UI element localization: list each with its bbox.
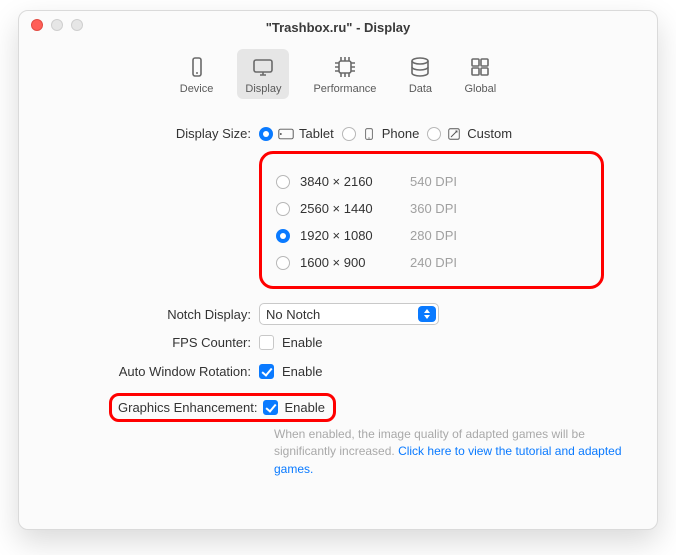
content-area: Display Size: Tablet Phone (19, 106, 657, 488)
radio-res-1[interactable] (276, 202, 290, 216)
graphics-checkbox-label: Enable (284, 400, 324, 415)
tab-performance[interactable]: Performance (305, 49, 384, 99)
tab-device[interactable]: Device (172, 49, 222, 99)
resolution-option-0[interactable]: 3840 × 2160 540 DPI (276, 168, 577, 195)
resolution-option-3[interactable]: 1600 × 900 240 DPI (276, 249, 577, 276)
rotation-checkbox-label: Enable (282, 364, 322, 379)
tab-global[interactable]: Global (456, 49, 504, 99)
notch-select-value: No Notch (266, 307, 320, 322)
close-icon[interactable] (31, 19, 43, 31)
radio-res-2[interactable] (276, 229, 290, 243)
graphics-checkbox[interactable] (263, 400, 278, 415)
fps-checkbox-label: Enable (282, 335, 322, 350)
radio-tablet[interactable] (259, 127, 273, 141)
resolution-list-highlight: 3840 × 2160 540 DPI 2560 × 1440 360 DPI … (259, 151, 604, 289)
display-size-row: Display Size: Tablet Phone (49, 126, 627, 141)
radio-res-3[interactable] (276, 256, 290, 270)
fps-checkbox[interactable] (259, 335, 274, 350)
select-arrows-icon (418, 306, 436, 322)
traffic-lights (31, 19, 83, 31)
tablet-icon (278, 128, 294, 140)
rotation-label: Auto Window Rotation: (49, 364, 259, 379)
fps-label: FPS Counter: (49, 335, 259, 350)
graphics-label: Graphics Enhancement: (118, 400, 257, 415)
window-title: "Trashbox.ru" - Display (19, 14, 657, 35)
zoom-icon[interactable] (71, 19, 83, 31)
minimize-icon[interactable] (51, 19, 63, 31)
display-size-custom[interactable]: Custom (427, 126, 512, 141)
window-panel: "Trashbox.ru" - Display Device Display P… (18, 10, 658, 530)
radio-res-0[interactable] (276, 175, 290, 189)
custom-icon (446, 128, 462, 140)
device-icon (185, 55, 209, 79)
radio-phone[interactable] (342, 127, 356, 141)
notch-row: Notch Display: No Notch (49, 303, 627, 325)
resolution-option-2[interactable]: 1920 × 1080 280 DPI (276, 222, 577, 249)
performance-icon (333, 55, 357, 79)
radio-custom[interactable] (427, 127, 441, 141)
resolution-option-1[interactable]: 2560 × 1440 360 DPI (276, 195, 577, 222)
phone-icon (361, 128, 377, 140)
tab-display[interactable]: Display (237, 49, 289, 99)
rotation-row: Auto Window Rotation: Enable (49, 364, 627, 379)
graphics-help-text: When enabled, the image quality of adapt… (274, 426, 627, 478)
display-size-phone[interactable]: Phone (342, 126, 420, 141)
rotation-checkbox[interactable] (259, 364, 274, 379)
display-icon (251, 55, 275, 79)
fps-row: FPS Counter: Enable (49, 335, 627, 350)
toolbar: Device Display Performance Data Global (19, 39, 657, 106)
notch-label: Notch Display: (49, 307, 259, 322)
notch-select[interactable]: No Notch (259, 303, 439, 325)
data-icon (408, 55, 432, 79)
graphics-row: Graphics Enhancement: Enable (49, 393, 627, 422)
tab-data[interactable]: Data (400, 49, 440, 99)
titlebar: "Trashbox.ru" - Display (19, 11, 657, 39)
display-size-tablet[interactable]: Tablet (259, 126, 334, 141)
graphics-highlight: Graphics Enhancement: Enable (109, 393, 336, 422)
display-size-label: Display Size: (49, 126, 259, 141)
global-icon (468, 55, 492, 79)
